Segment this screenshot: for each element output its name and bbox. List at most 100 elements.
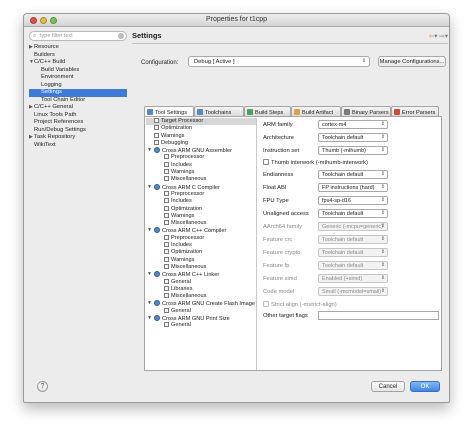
nav-item[interactable]: Run/Debug Settings — [29, 127, 127, 135]
page-icon — [164, 242, 169, 248]
disclosure-closed-icon[interactable]: ▶ — [29, 134, 33, 142]
disclosure-open-icon[interactable]: ▼ — [147, 227, 152, 234]
nav-item[interactable]: Environment — [29, 74, 127, 82]
cancel-button[interactable]: Cancel — [371, 381, 405, 392]
tree-node[interactable]: Preprocessor — [146, 154, 256, 161]
disclosure-open-icon[interactable]: ▼ — [147, 315, 152, 322]
help-button[interactable]: ? — [37, 381, 48, 392]
tool-settings-tree: Target Processor Optimization Warnings Debu… — [146, 118, 257, 370]
aarch64-family-select: Generic (-mcpu=generic) ⇕ — [318, 222, 388, 231]
nav-item[interactable]: Logging — [29, 82, 127, 90]
nav-item-label: Resource — [34, 44, 59, 50]
nav-item[interactable]: Build Variables — [29, 67, 127, 75]
disclosure-open-icon[interactable]: ▼ — [147, 147, 152, 154]
tool-group-node[interactable]: ▼ Cross ARM GNU Print Size — [146, 315, 256, 322]
float-abi-select[interactable]: FP instructions (hard) ⇕ — [318, 183, 388, 192]
nav-item[interactable]: ▶ Task Repository — [29, 134, 127, 142]
manage-configurations-button[interactable]: Manage Configurations... — [378, 56, 446, 67]
tree-node[interactable]: Warnings — [146, 132, 256, 140]
checkbox-box[interactable] — [263, 159, 269, 165]
tree-node[interactable]: Warnings — [146, 256, 256, 264]
tool-group-node[interactable]: ▼ Cross ARM GNU Create Flash Image — [146, 300, 256, 307]
disclosure-closed-icon[interactable]: ▶ — [29, 44, 33, 52]
tree-node[interactable]: Target Processor — [146, 118, 256, 126]
tree-node[interactable]: Optimization — [146, 125, 256, 132]
disclosure-open-icon[interactable]: ▼ — [147, 271, 152, 278]
nav-item[interactable]: WikiText — [29, 142, 127, 150]
disclosure-open-icon[interactable]: ▼ — [147, 184, 152, 191]
instruction-set-select[interactable]: Thumb (-mthumb) ⇕ — [318, 146, 388, 155]
disclosure-open-icon[interactable]: ▼ — [147, 300, 152, 307]
tree-node[interactable]: Warnings — [146, 169, 256, 176]
nav-item[interactable]: ▼ C/C++ Build — [29, 59, 127, 67]
feature-fp-select: Toolchain default ⇕ — [318, 261, 388, 270]
tab-toolchains[interactable]: Toolchains — [194, 106, 244, 116]
tree-node[interactable]: Includes — [146, 161, 256, 169]
tool-group-node[interactable]: ▼ Cross ARM C++ Linker — [146, 271, 256, 278]
tree-node[interactable]: Includes — [146, 198, 256, 205]
page-title: Settings — [132, 31, 162, 40]
select-value: FP instructions (hard) — [322, 185, 375, 191]
tab-build-artifact[interactable]: Build Artifact — [291, 106, 341, 116]
tree-node[interactable]: Debugging — [146, 139, 256, 147]
arm-family-select[interactable]: cortex-m4 ⇕ — [318, 120, 388, 129]
tree-node[interactable]: Miscellaneous — [146, 293, 256, 300]
forward-arrow-icon[interactable]: ⇨ — [439, 33, 444, 40]
tool-group-node[interactable]: ▼ Cross ARM C++ Compiler — [146, 227, 256, 234]
tree-node-label: Cross ARM C++ Compiler — [162, 228, 227, 235]
filter-input[interactable]: ⌕ type filter text — [29, 31, 127, 41]
chevron-updown-icon: ⇕ — [380, 275, 385, 281]
thumb-interwork-checkbox[interactable]: Thumb interwork (-mthumb-interwork) — [263, 159, 368, 166]
tree-node[interactable]: Miscellaneous — [146, 220, 256, 227]
select-value: Toolchain default — [322, 135, 364, 141]
nav-item[interactable]: Tool Chain Editor — [29, 97, 127, 105]
architecture-select[interactable]: Toolchain default ⇕ — [318, 133, 388, 142]
nav-item[interactable]: ▶ Resource — [29, 44, 127, 52]
prop-label: ARM family — [263, 122, 293, 128]
page-icon — [164, 169, 169, 175]
tab-build-steps[interactable]: Build Steps — [244, 106, 291, 116]
prop-row-feature-fp: Feature fp Toolchain default ⇕ — [263, 261, 439, 271]
tab-error-parsers[interactable]: Error Parsers — [391, 106, 439, 116]
tree-node-label: Target Processor — [161, 118, 204, 124]
fpu-type-select[interactable]: fpv4-sp-d16 ⇕ — [318, 196, 388, 205]
tree-node[interactable]: Warnings — [146, 212, 256, 220]
tool-group-node[interactable]: ▼ Cross ARM GNU Assembler — [146, 147, 256, 154]
unaligned-access-select[interactable]: Toolchain default ⇕ — [318, 209, 388, 218]
tree-node[interactable]: Preprocessor — [146, 190, 256, 198]
tree-node[interactable]: Libraries — [146, 285, 256, 293]
tree-node-label: Cross ARM GNU Create Flash Image — [162, 301, 255, 308]
page-icon — [164, 220, 169, 226]
page-icon — [164, 205, 169, 211]
endianness-select[interactable]: Toolchain default ⇕ — [318, 170, 388, 179]
ok-button[interactable]: OK — [410, 381, 440, 392]
nav-item[interactable]: Settings — [29, 89, 127, 97]
configuration-select[interactable]: Debug [ Active ] ⇕ — [188, 56, 370, 67]
page-icon — [164, 249, 169, 255]
page-icon — [164, 154, 169, 160]
tree-node[interactable]: Optimization — [146, 249, 256, 256]
tree-node[interactable]: Includes — [146, 242, 256, 249]
page-icon — [164, 234, 169, 240]
nav-item[interactable]: Linux Tools Path — [29, 112, 127, 120]
prop-label: Architecture — [263, 135, 294, 141]
other-target-flags-input[interactable] — [318, 311, 439, 320]
disclosure-closed-icon[interactable]: ▶ — [29, 104, 33, 112]
tool-group-node[interactable]: ▼ Cross ARM C Compiler — [146, 183, 256, 191]
page-icon — [164, 307, 169, 313]
nav-item[interactable]: Project References — [29, 119, 127, 127]
prop-label: Float ABI — [263, 185, 287, 191]
nav-item[interactable]: ▶ C/C++ General — [29, 104, 127, 112]
disclosure-open-icon[interactable]: ▼ — [29, 59, 34, 67]
tree-node[interactable]: Preprocessor — [146, 234, 256, 242]
tree-node[interactable]: Miscellaneous — [146, 176, 256, 183]
back-arrow-icon[interactable]: ⇦ — [429, 33, 434, 40]
tree-node[interactable]: General — [146, 322, 256, 329]
nav-item[interactable]: Builders — [29, 52, 127, 60]
tab-binary-parsers[interactable]: Binary Parsers — [341, 106, 391, 116]
tree-node[interactable]: General — [146, 278, 256, 286]
tree-node[interactable]: Miscellaneous — [146, 263, 256, 271]
tree-node[interactable]: General — [146, 307, 256, 315]
tree-node[interactable]: Optimization — [146, 205, 256, 213]
clear-filter-icon[interactable] — [118, 33, 124, 39]
